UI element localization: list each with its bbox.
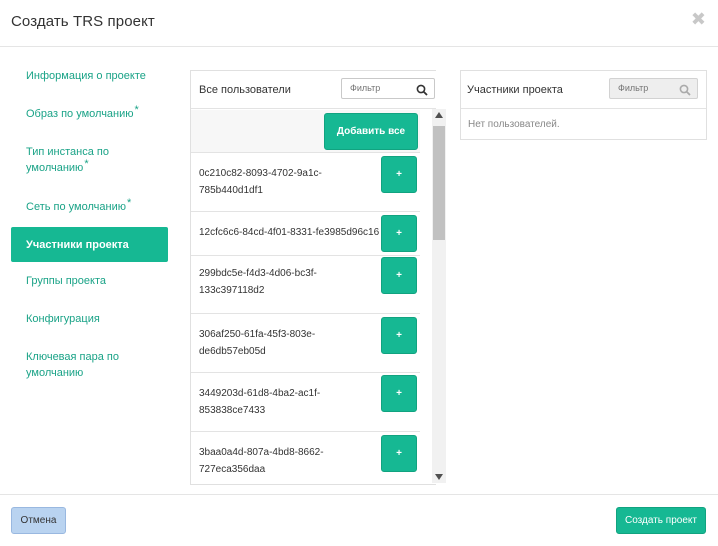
user-id-line: 3baa0a4d-807a-4bd8-8662- bbox=[199, 447, 324, 458]
user-id-line: de6db57eb05d bbox=[199, 346, 266, 357]
search-icon[interactable] bbox=[416, 83, 428, 101]
add-user-button[interactable]: + bbox=[381, 375, 417, 412]
nav-item-default-image[interactable]: Образ по умолчанию* bbox=[11, 104, 168, 122]
user-id: 3449203d-61d8-4ba2-ac1f- 853838ce7433 bbox=[199, 385, 369, 419]
user-id: 0c210c82-8093-4702-9a1c- 785b440d1df1 bbox=[199, 165, 369, 199]
nav-item-label: умолчанию bbox=[26, 162, 84, 174]
required-mark: * bbox=[126, 197, 132, 209]
all-users-panel: Все пользователи Добавить все 0c210c82-8… bbox=[190, 70, 436, 485]
nav-item-configuration[interactable]: Конфигурация bbox=[11, 311, 168, 327]
nav-item-project-info[interactable]: Информация о проекте bbox=[11, 68, 168, 84]
cancel-button[interactable]: Отмена bbox=[11, 507, 66, 534]
user-id-line: 853838ce7433 bbox=[199, 405, 266, 416]
nav-item-label: Группы проекта bbox=[26, 275, 106, 287]
nav-item-project-members[interactable]: Участники проекта bbox=[11, 227, 168, 262]
add-all-button[interactable]: Добавить все bbox=[324, 113, 418, 150]
nav-item-label: Тип инстанса по bbox=[26, 146, 109, 158]
add-user-button[interactable]: + bbox=[381, 257, 417, 294]
nav-item-label: умолчанию bbox=[26, 367, 84, 379]
add-user-button[interactable]: + bbox=[381, 317, 417, 354]
project-members-header: Участники проекта bbox=[461, 71, 706, 109]
empty-state-text: Нет пользователей. bbox=[468, 119, 560, 130]
create-project-button[interactable]: Создать проект bbox=[616, 507, 706, 534]
list-item: 12cfc6c6-84cd-4f01-8331-fe3985d96c16 + bbox=[191, 213, 420, 256]
user-id-line: 12cfc6c6-84cd-4f01-8331-fe3985d96c16 bbox=[199, 227, 380, 238]
add-user-button[interactable]: + bbox=[381, 435, 417, 472]
nav-item-label: Ключевая пара по bbox=[26, 351, 119, 363]
list-actions: Добавить все bbox=[191, 110, 420, 153]
search-icon[interactable] bbox=[679, 83, 691, 101]
all-users-title: Все пользователи bbox=[199, 84, 291, 96]
list-item: 3baa0a4d-807a-4bd8-8662- 727eca356daa + bbox=[191, 433, 420, 485]
nav-item-label: Участники проекта bbox=[26, 239, 129, 251]
user-id-line: 785b440d1df1 bbox=[199, 185, 263, 196]
close-icon[interactable]: ✖ bbox=[691, 9, 706, 30]
dialog-header: Создать TRS проект ✖ bbox=[0, 0, 718, 47]
all-users-filter[interactable] bbox=[341, 78, 435, 99]
user-id-line: 727eca356daa bbox=[199, 464, 266, 475]
list-item: 0c210c82-8093-4702-9a1c- 785b440d1df1 + bbox=[191, 154, 420, 212]
project-members-panel: Участники проекта Нет пользователей. bbox=[460, 70, 707, 140]
dialog-footer: Отмена Создать проект bbox=[0, 494, 718, 546]
all-users-filter-input[interactable] bbox=[350, 83, 416, 93]
project-members-filter[interactable] bbox=[609, 78, 698, 99]
nav-item-default-keypair[interactable]: Ключевая пара по умолчанию bbox=[11, 349, 168, 381]
nav-item-label: Образ по умолчанию bbox=[26, 108, 134, 120]
nav-item-project-groups[interactable]: Группы проекта bbox=[11, 273, 168, 289]
all-users-list: Добавить все 0c210c82-8093-4702-9a1c- 78… bbox=[191, 110, 420, 485]
list-item: 3449203d-61d8-4ba2-ac1f- 853838ce7433 + bbox=[191, 374, 420, 432]
user-id: 3baa0a4d-807a-4bd8-8662- 727eca356daa bbox=[199, 444, 369, 478]
required-mark: * bbox=[134, 104, 139, 116]
add-user-button[interactable]: + bbox=[381, 215, 417, 252]
user-id: 306af250-61fa-45f3-803e- de6db57eb05d bbox=[199, 326, 369, 360]
nav-item-default-flavor[interactable]: Тип инстанса по умолчанию* bbox=[11, 144, 168, 176]
user-id: 12cfc6c6-84cd-4f01-8331-fe3985d96c16 bbox=[199, 224, 384, 241]
project-members-filter-input[interactable] bbox=[618, 83, 676, 93]
user-id-line: 306af250-61fa-45f3-803e- bbox=[199, 329, 316, 340]
nav-item-label: Информация о проекте bbox=[26, 70, 146, 82]
nav-item-label: Сеть по умолчанию bbox=[26, 201, 126, 213]
required-mark: * bbox=[84, 158, 89, 170]
nav-item-default-network[interactable]: Сеть по умолчанию* bbox=[11, 197, 168, 215]
all-users-header: Все пользователи bbox=[191, 71, 436, 109]
user-id-line: 133c397118d2 bbox=[199, 285, 265, 296]
user-id-line: 3449203d-61d8-4ba2-ac1f- bbox=[199, 388, 321, 399]
user-id-line: 299bdc5e-f4d3-4d06-bc3f- bbox=[199, 268, 317, 279]
add-user-button[interactable]: + bbox=[381, 156, 417, 193]
scrollbar-thumb[interactable] bbox=[433, 126, 445, 240]
user-id: 299bdc5e-f4d3-4d06-bc3f- 133c397118d2 bbox=[199, 265, 369, 299]
user-list-scrollbar[interactable] bbox=[432, 109, 446, 483]
nav-item-label: Конфигурация bbox=[26, 313, 100, 325]
scroll-up-icon[interactable] bbox=[435, 112, 443, 118]
dialog-title: Создать TRS проект bbox=[11, 13, 155, 30]
scroll-down-icon[interactable] bbox=[435, 474, 443, 480]
project-members-title: Участники проекта bbox=[467, 84, 563, 96]
list-item: 306af250-61fa-45f3-803e- de6db57eb05d + bbox=[191, 315, 420, 373]
list-item: 299bdc5e-f4d3-4d06-bc3f- 133c397118d2 + bbox=[191, 257, 420, 314]
user-id-line: 0c210c82-8093-4702-9a1c- bbox=[199, 168, 322, 179]
